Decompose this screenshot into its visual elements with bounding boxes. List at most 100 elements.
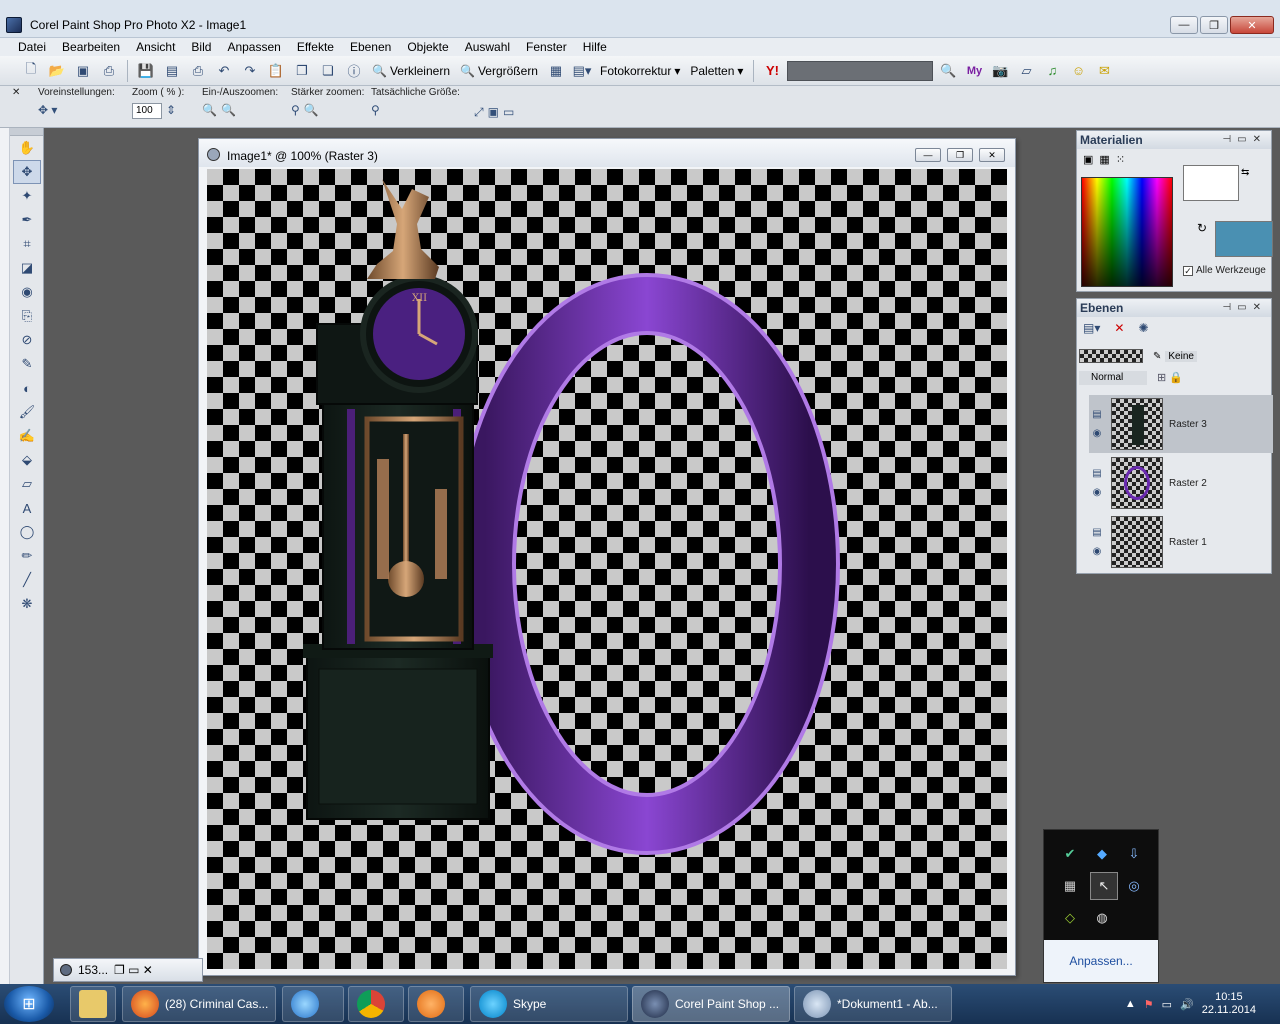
menu-objekte[interactable]: Objekte (399, 38, 456, 56)
foreground-swatch[interactable] (1183, 165, 1239, 201)
menu-bild[interactable]: Bild (183, 38, 219, 56)
straighten-icon[interactable]: ◪ (13, 256, 41, 280)
doc-minimize-button[interactable]: — (915, 148, 941, 162)
layer-row[interactable]: ▤ ◉ Raster 1 (1089, 513, 1273, 571)
taskbar-firefox[interactable]: (28) Criminal Cas... (122, 986, 276, 1022)
ellipse-tool-icon[interactable]: ◯ (13, 520, 41, 544)
search-icon[interactable]: 🔍 (937, 60, 959, 82)
brush-icon[interactable]: ✎ (13, 352, 41, 376)
zoom-value-input[interactable]: 100 (132, 103, 162, 119)
menu-datei[interactable]: Datei (10, 38, 54, 56)
tray-app-icon[interactable]: ◇ (1060, 908, 1080, 928)
tray-network-icon[interactable]: ◎ (1124, 876, 1144, 896)
doc-close-button[interactable]: ✕ (979, 148, 1005, 162)
my-yahoo-icon[interactable]: My (963, 60, 985, 82)
dropper-icon[interactable]: ✒ (13, 208, 41, 232)
zoom-out-button[interactable]: 🔍 Verkleinern (369, 64, 453, 78)
tray-volume-icon[interactable]: 🔊 (1180, 998, 1194, 1011)
tray-cursor-icon[interactable]: ↖ (1090, 872, 1118, 900)
swap-arrow-icon[interactable]: ↻ (1197, 221, 1207, 235)
layer-properties-icon[interactable]: ✺ (1138, 321, 1148, 335)
all-tools-checkbox[interactable]: ✓ Alle Werkzeuge (1183, 265, 1266, 276)
fit-screen-icon[interactable]: ▭ (503, 105, 514, 120)
paste-icon[interactable]: 📋 (265, 60, 287, 82)
presets-dropdown[interactable]: ✥ ▾ (38, 103, 57, 117)
tray-globe-icon[interactable]: ◆ (1092, 844, 1112, 864)
crop-icon[interactable]: ⌗ (13, 232, 41, 256)
taskbar-skype[interactable]: Skype (470, 986, 628, 1022)
menu-fenster[interactable]: Fenster (518, 38, 575, 56)
photo-fix-menu[interactable]: Fotokorrektur ▾ (597, 64, 683, 78)
paint-brush-icon[interactable]: 🖌 (13, 400, 41, 424)
visibility-eye-icon[interactable]: ◉ (1093, 487, 1102, 498)
restore-icon[interactable]: ❐ ▭ ✕ (114, 963, 153, 977)
menu-ansicht[interactable]: Ansicht (128, 38, 183, 56)
palette-controls-icon[interactable]: ⊣▭✕ (1222, 299, 1267, 317)
taskbar-chrome[interactable] (348, 986, 404, 1022)
tab-swatches-icon[interactable]: ⁙ (1116, 153, 1125, 166)
opacity-slider[interactable] (1079, 349, 1143, 363)
options-close-icon[interactable]: ✕ (12, 87, 20, 98)
taskbar-explorer[interactable] (70, 986, 116, 1022)
minimized-document[interactable]: 153... ❐ ▭ ✕ (53, 958, 203, 982)
maximize-button[interactable]: ❐ (1200, 16, 1228, 34)
save-as-icon[interactable]: ▤ (161, 60, 183, 82)
palette-controls-icon[interactable]: ⊣▭✕ (1222, 131, 1267, 149)
undo-icon[interactable]: ↶ (213, 60, 235, 82)
copy-special-icon[interactable]: ❏ (317, 60, 339, 82)
lock-icon[interactable]: ⊞ 🔒 (1157, 371, 1183, 384)
browse-icon[interactable]: ▣ (72, 60, 94, 82)
taskbar-mail[interactable] (408, 986, 464, 1022)
palette-grip[interactable] (10, 128, 43, 136)
menu-ebenen[interactable]: Ebenen (342, 38, 399, 56)
layers-title-bar[interactable]: Ebenen ⊣▭✕ (1077, 299, 1271, 317)
materials-title-bar[interactable]: Materialien ⊣▭✕ (1077, 131, 1271, 149)
start-button[interactable]: ⊞ (4, 986, 54, 1022)
info-icon[interactable]: ⓘ (343, 60, 365, 82)
layer-row[interactable]: ▤ ◉ Raster 2 (1089, 454, 1273, 512)
mask-selector[interactable]: ✎ Keine (1153, 351, 1197, 362)
menu-bearbeiten[interactable]: Bearbeiten (54, 38, 128, 56)
yahoo-icon[interactable]: Y! (761, 60, 783, 82)
zoom-step-in-icon[interactable]: 🔍 (304, 103, 319, 117)
doc-maximize-button[interactable]: ❐ (947, 148, 973, 162)
clone-icon[interactable]: ⎘ (13, 304, 41, 328)
view-dropdown-icon[interactable]: ▤▾ (571, 60, 593, 82)
pen-tool-icon[interactable]: ✏ (13, 544, 41, 568)
image-icon[interactable]: ▦ (545, 60, 567, 82)
taskbar-paintshop[interactable]: Corel Paint Shop ... (632, 986, 790, 1022)
image-window-titlebar[interactable]: Image1* @ 100% (Raster 3) — ❐ ✕ (199, 139, 1015, 167)
color-spectrum[interactable] (1081, 177, 1173, 287)
clock[interactable]: 10:15 22.11.2014 (1202, 991, 1256, 1017)
taskbar-document[interactable]: *Dokument1 - Ab... (794, 986, 952, 1022)
layer-row[interactable]: ▤ ◉ Raster 3 (1089, 395, 1273, 453)
zoom-step-out-icon[interactable]: ⚲ (291, 103, 300, 117)
scratch-remover-icon[interactable]: ⊘ (13, 328, 41, 352)
camera-icon[interactable]: 📷 (989, 60, 1011, 82)
flood-fill-icon[interactable]: ⬙ (13, 448, 41, 472)
blend-mode-dropdown[interactable]: Normal (1079, 371, 1147, 385)
scan-icon[interactable]: ⎙ (98, 60, 120, 82)
zoom-in-button[interactable]: 🔍 Vergrößern (457, 64, 541, 78)
red-eye-icon[interactable]: ◉ (13, 280, 41, 304)
copy-icon[interactable]: ❐ (291, 60, 313, 82)
actual-size-icon[interactable]: ⚲ (371, 103, 380, 117)
visibility-eye-icon[interactable]: ◉ (1093, 546, 1102, 557)
palettes-menu[interactable]: Paletten ▾ (687, 64, 746, 78)
menu-effekte[interactable]: Effekte (289, 38, 342, 56)
tray-drive-icon[interactable]: ▦ (1060, 876, 1080, 896)
menu-hilfe[interactable]: Hilfe (575, 38, 615, 56)
visibility-eye-icon[interactable]: ◉ (1093, 428, 1102, 439)
zoom-out-small-icon[interactable]: 🔍 (221, 103, 236, 117)
tray-download-icon[interactable]: ⇩ (1124, 844, 1144, 864)
background-swatch[interactable] (1215, 221, 1273, 257)
swap-colors-icon[interactable]: ⇆ (1241, 167, 1249, 178)
eraser-tool-icon[interactable]: ▱ (13, 472, 41, 496)
menu-auswahl[interactable]: Auswahl (457, 38, 518, 56)
save-icon[interactable]: 💾 (135, 60, 157, 82)
tab-frame-icon[interactable]: ▣ (1083, 153, 1093, 166)
messenger-icon[interactable]: ☺ (1067, 60, 1089, 82)
fit-window-icon[interactable]: ⤢ (474, 105, 484, 120)
text-tool-icon[interactable]: A (13, 496, 41, 520)
minimize-button[interactable]: — (1170, 16, 1198, 34)
